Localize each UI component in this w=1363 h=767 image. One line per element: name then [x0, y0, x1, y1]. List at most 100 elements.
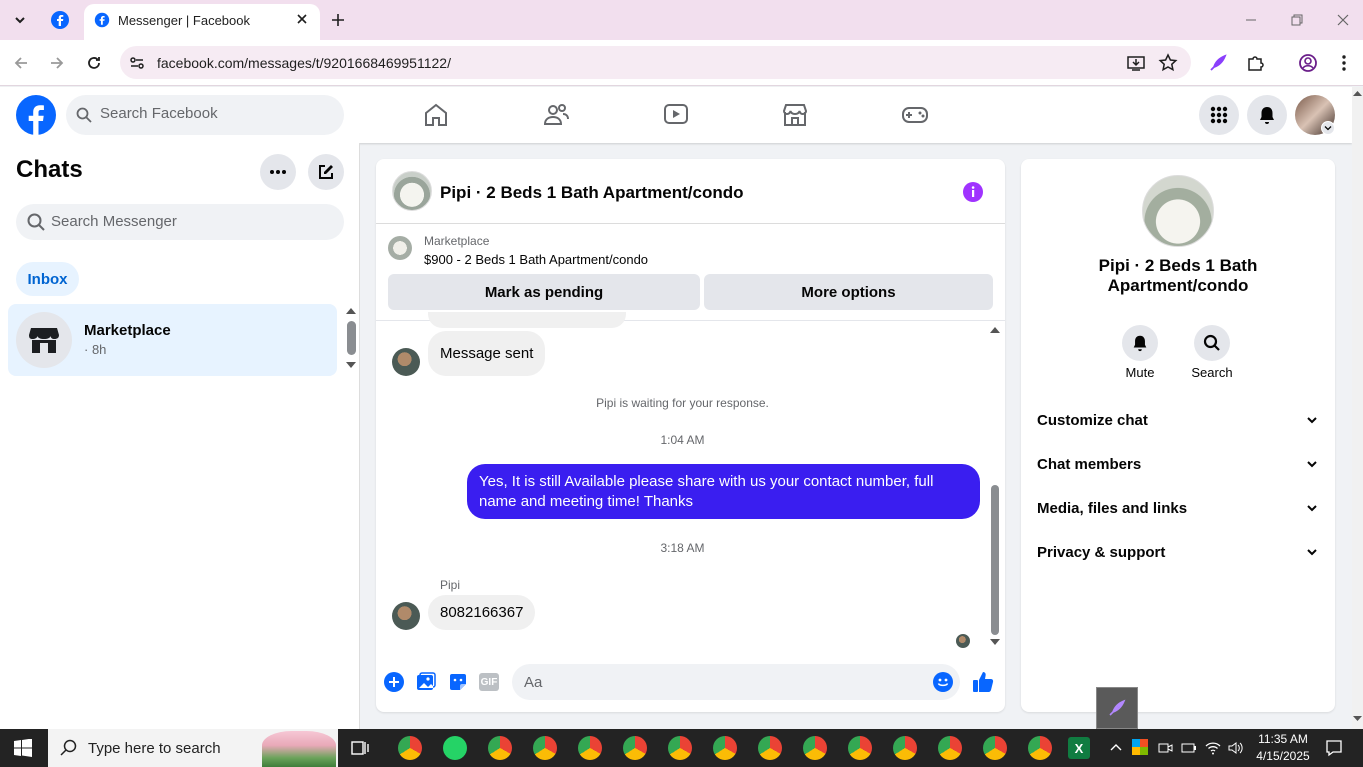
scroll-up-icon[interactable] — [1353, 90, 1362, 96]
listing-thumbnail[interactable] — [388, 236, 412, 260]
add-attachment-icon[interactable] — [384, 672, 404, 692]
chrome-taskbar-icon[interactable] — [848, 736, 872, 760]
inbox-filter-tab[interactable]: Inbox — [16, 262, 79, 296]
marketplace-icon[interactable] — [780, 100, 810, 130]
profile-icon[interactable] — [1298, 53, 1318, 73]
minimize-icon[interactable] — [1243, 12, 1259, 28]
listing-price[interactable]: $900 - 2 Beds 1 Bath Apartment/condo — [424, 252, 648, 267]
info-avatar[interactable] — [1142, 175, 1214, 247]
search-in-conversation-button[interactable] — [1194, 325, 1230, 361]
chats-scroll-down-icon[interactable] — [346, 362, 356, 369]
whatsapp-taskbar-icon[interactable] — [443, 736, 467, 760]
site-info-icon[interactable] — [128, 54, 146, 72]
conversation-avatar[interactable] — [392, 171, 432, 211]
new-tab-icon[interactable] — [329, 11, 347, 29]
chrome-taskbar-icon[interactable] — [893, 736, 917, 760]
close-tab-icon[interactable] — [294, 11, 310, 27]
meet-tray-icon[interactable] — [1157, 740, 1173, 756]
chrome-taskbar-icon[interactable] — [533, 736, 557, 760]
messages-scroll-down-icon[interactable] — [990, 639, 1000, 646]
chat-members-row[interactable]: Chat members — [1037, 450, 1319, 478]
photo-icon[interactable] — [416, 672, 436, 692]
search-icon — [27, 213, 45, 231]
mark-as-pending-button[interactable]: Mark as pending — [388, 274, 700, 310]
friends-icon[interactable] — [541, 100, 571, 130]
grid-icon — [1210, 106, 1228, 124]
messages-scroll-up-icon[interactable] — [990, 326, 1000, 333]
bookmark-star-icon[interactable] — [1158, 53, 1178, 73]
volume-icon[interactable] — [1227, 740, 1243, 756]
conversation-info-icon[interactable] — [962, 181, 984, 203]
mute-button[interactable] — [1122, 325, 1158, 361]
chrome-taskbar-icon[interactable] — [668, 736, 692, 760]
chrome-taskbar-icon[interactable] — [1028, 736, 1052, 760]
close-window-icon[interactable] — [1335, 12, 1351, 28]
back-icon[interactable] — [12, 54, 30, 72]
tab-search-dropdown-icon[interactable] — [6, 6, 34, 34]
clock-time[interactable]: 11:35 AM — [1252, 732, 1314, 746]
sticker-icon[interactable] — [448, 672, 468, 692]
chrome-taskbar-icon[interactable] — [713, 736, 737, 760]
notification-center-icon[interactable] — [1325, 739, 1343, 757]
message-composer-input[interactable] — [512, 664, 960, 700]
message-sender-name: Pipi — [440, 578, 461, 592]
message-bubble-incoming[interactable]: Message sent — [428, 331, 546, 376]
sender-avatar[interactable] — [392, 602, 420, 630]
more-options-button[interactable]: More options — [704, 274, 993, 310]
url-text: facebook.com/messages/t/9201668469951122… — [157, 55, 451, 71]
scroll-down-icon[interactable] — [1353, 716, 1362, 722]
tray-overflow-icon[interactable] — [1110, 742, 1122, 752]
privacy-support-row[interactable]: Privacy & support — [1037, 538, 1319, 566]
floating-extension-widget[interactable] — [1096, 687, 1138, 729]
facebook-pinned-tab[interactable] — [50, 10, 70, 30]
media-files-links-row[interactable]: Media, files and links — [1037, 494, 1319, 522]
new-message-button[interactable] — [308, 154, 344, 190]
chats-scroll-thumb[interactable] — [347, 321, 356, 355]
chats-scroll-up-icon[interactable] — [346, 307, 356, 314]
chrome-taskbar-icon[interactable] — [578, 736, 602, 760]
chrome-taskbar-icon[interactable] — [623, 736, 647, 760]
chrome-taskbar-icon[interactable] — [803, 736, 827, 760]
clock-date[interactable]: 4/15/2025 — [1252, 749, 1314, 763]
home-icon[interactable] — [421, 100, 451, 130]
windows-start-icon[interactable] — [14, 739, 32, 757]
chrome-taskbar-icon[interactable] — [983, 736, 1007, 760]
forward-icon[interactable] — [48, 54, 66, 72]
battery-icon[interactable] — [1181, 741, 1197, 755]
install-app-icon[interactable] — [1126, 53, 1146, 73]
restore-icon[interactable] — [1289, 12, 1305, 28]
gaming-icon[interactable] — [900, 100, 930, 130]
chrome-taskbar-icon[interactable] — [758, 736, 782, 760]
feather-icon — [1109, 699, 1126, 716]
menu-grid-button[interactable] — [1199, 95, 1239, 135]
excel-taskbar-icon[interactable]: X — [1068, 737, 1090, 759]
video-icon[interactable] — [661, 100, 691, 130]
chrome-taskbar-icon[interactable] — [938, 736, 962, 760]
conversation-title[interactable]: Pipi · 2 Beds 1 Bath Apartment/condo — [440, 183, 744, 203]
chrome-taskbar-icon[interactable] — [488, 736, 512, 760]
gif-button[interactable]: GIF — [479, 673, 499, 691]
browser-menu-icon[interactable] — [1336, 53, 1352, 73]
defender-tray-icon[interactable] — [1132, 739, 1148, 755]
customize-chat-row[interactable]: Customize chat — [1037, 406, 1319, 434]
chats-options-button[interactable] — [260, 154, 296, 190]
message-bubble-incoming[interactable]: 8082166367 — [428, 595, 536, 630]
message-bubble-outgoing[interactable]: Yes, It is still Available please share … — [467, 464, 980, 519]
facebook-logo-icon[interactable] — [16, 95, 56, 135]
extension-feather-icon[interactable] — [1208, 53, 1228, 73]
messages-scroll-thumb[interactable] — [991, 485, 999, 635]
reload-icon[interactable] — [85, 54, 103, 72]
chat-name: Marketplace — [84, 322, 171, 339]
chrome-taskbar-icon[interactable] — [398, 736, 422, 760]
account-chevron-icon[interactable] — [1321, 121, 1335, 135]
page-scrollbar[interactable] — [1352, 87, 1363, 729]
sender-avatar[interactable] — [392, 348, 420, 376]
emoji-icon[interactable] — [933, 672, 953, 692]
task-view-icon[interactable] — [350, 738, 370, 758]
notifications-button[interactable] — [1247, 95, 1287, 135]
messenger-search-placeholder: Search Messenger — [51, 213, 177, 230]
thumbs-up-icon[interactable] — [971, 670, 995, 694]
wifi-icon[interactable] — [1205, 740, 1221, 756]
compose-icon — [319, 165, 333, 179]
extensions-puzzle-icon[interactable] — [1245, 53, 1265, 73]
